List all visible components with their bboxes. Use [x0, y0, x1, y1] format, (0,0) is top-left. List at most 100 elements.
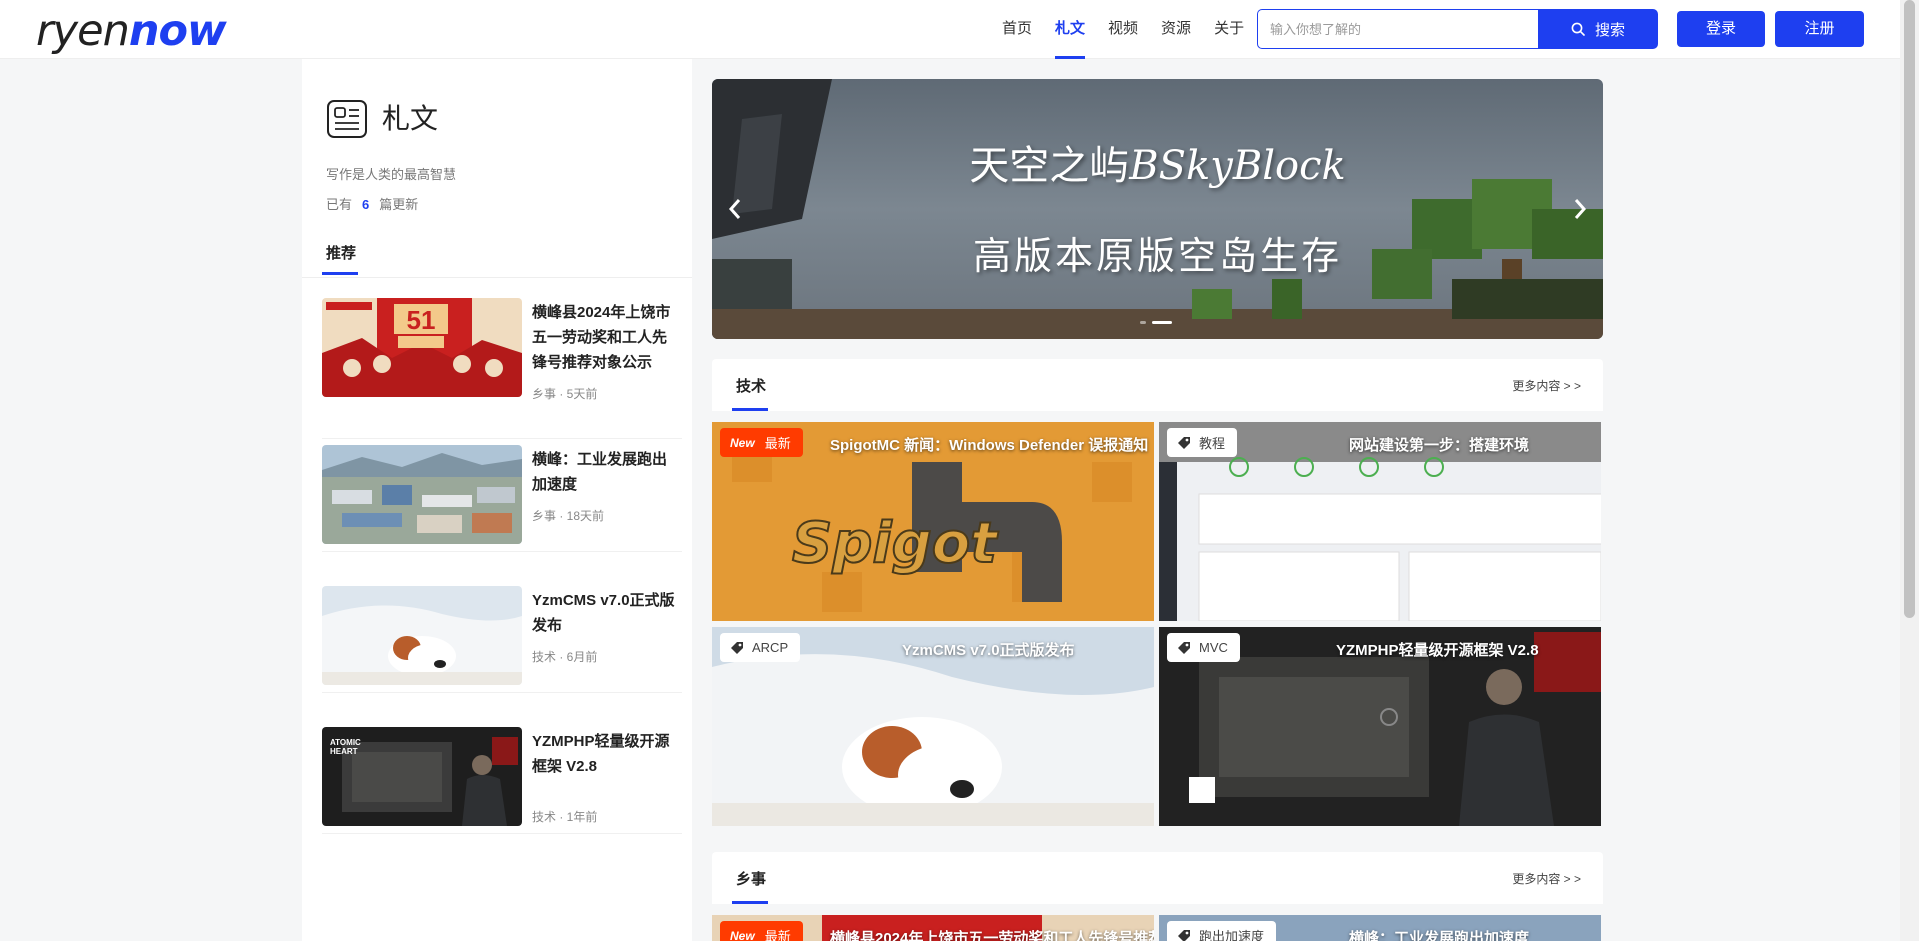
section-active-indicator: [732, 408, 768, 411]
tab-active-indicator: [322, 272, 358, 275]
tab-recommended[interactable]: 推荐: [326, 242, 356, 263]
banner-background: [712, 79, 1603, 339]
count-prefix: 已有: [326, 197, 353, 212]
card-tag-label: 最新: [764, 929, 791, 941]
item-title[interactable]: YzmCMS v7.0正式版发布: [532, 588, 677, 638]
new-badge-icon: New: [730, 928, 755, 941]
tag-icon: [731, 641, 743, 654]
tag-icon: [1178, 436, 1190, 449]
chevron-right-icon: [1574, 199, 1587, 219]
card-tag-label: 跑出加速度: [1199, 929, 1265, 941]
top-header: ryennow 首页 札文 视频 资源 关于 搜索 登录 注册: [0, 0, 1900, 59]
chevron-left-icon: [728, 199, 741, 219]
card-tag-label: 最新: [764, 436, 791, 451]
thumbnail-industrial-park[interactable]: [322, 445, 522, 544]
recommended-item[interactable]: 51 横峰县2024年上饶市五一劳动奖和工人先锋号推荐对象公示 乡事 · 5天前: [322, 298, 682, 439]
article-card[interactable]: Spigot New 最新 SpigotMC 新闻：Windows Defend…: [712, 422, 1154, 621]
card-tag: MVC: [1167, 633, 1240, 662]
nav-videos[interactable]: 视频: [1108, 0, 1138, 59]
logo-part-ryen: ryen: [36, 6, 130, 56]
card-tag: ARCP: [720, 633, 801, 662]
card-tag: New 最新: [720, 921, 803, 941]
thumbnail-labor-day[interactable]: 51: [322, 298, 522, 397]
card-title[interactable]: YzmCMS v7.0正式版发布: [902, 639, 1075, 660]
article-card[interactable]: MVC YZMPHP轻量级开源框架 V2.8: [1159, 627, 1601, 826]
login-button[interactable]: 登录: [1677, 11, 1765, 47]
search-button[interactable]: 搜索: [1538, 9, 1658, 49]
item-title[interactable]: 横峰县2024年上饶市五一劳动奖和工人先锋号推荐对象公示: [532, 300, 677, 375]
new-badge-icon: New: [730, 435, 755, 450]
item-meta: 乡事 · 5天前: [532, 387, 598, 401]
article-card[interactable]: 跑出加速度 横峰：工业发展跑出加速度: [1159, 915, 1601, 941]
recommended-item[interactable]: ATOMIC HEART YZMPHP轻量级开源框架 V2.8 技术 · 1年前: [322, 727, 682, 834]
banner-subheadline: 高版本原版空岛生存: [972, 236, 1342, 278]
svg-text:51: 51: [407, 305, 436, 335]
section-tech-header: 技术 更多内容 > >: [712, 359, 1603, 411]
card-image-text: Spigot: [792, 511, 999, 576]
article-icon: [327, 100, 367, 138]
card-tag-label: ARCP: [752, 640, 789, 655]
item-title[interactable]: 横峰：工业发展跑出加速度: [532, 447, 677, 497]
item-meta: 技术 · 6月前: [532, 650, 598, 664]
scrollbar-thumb[interactable]: [1904, 0, 1915, 618]
banner-headline-latin: BSkyBlock: [1129, 143, 1346, 189]
more-link[interactable]: 更多内容 > >: [1512, 870, 1581, 887]
category-sidebar: 札文 写作是人类的最高智慧 已有 6 篇更新 推荐 51 横峰县2024年上饶市五一…: [302, 59, 692, 941]
nav-articles[interactable]: 札文: [1055, 0, 1086, 59]
section-active-indicator: [732, 901, 768, 904]
count-number: 6: [362, 197, 370, 212]
section-title[interactable]: 技术: [736, 375, 766, 396]
article-count: 已有 6 篇更新: [326, 194, 418, 213]
search-input[interactable]: [1257, 9, 1538, 49]
card-title[interactable]: 横峰：工业发展跑出加速度: [1349, 927, 1529, 941]
tag-icon: [1178, 641, 1190, 654]
carousel-dot-2[interactable]: [1152, 321, 1172, 324]
carousel-prev-button[interactable]: [720, 193, 750, 225]
card-title[interactable]: YZMPHP轻量级开源框架 V2.8: [1336, 639, 1539, 660]
item-title[interactable]: YZMPHP轻量级开源框架 V2.8: [532, 729, 677, 779]
recommended-item[interactable]: 横峰：工业发展跑出加速度 乡事 · 18天前: [322, 445, 682, 552]
main-nav: 首页 札文 视频 资源 关于: [1002, 0, 1267, 59]
card-title[interactable]: 网站建设第一步：搭建环境: [1349, 434, 1529, 455]
card-tag: 教程: [1167, 428, 1238, 457]
carousel-next-button[interactable]: [1565, 193, 1595, 225]
hero-carousel[interactable]: 天空之屿BSkyBlock 高版本原版空岛生存: [712, 79, 1603, 339]
register-button[interactable]: 注册: [1775, 11, 1864, 47]
nav-resources[interactable]: 资源: [1161, 0, 1191, 59]
banner-headline: 天空之屿BSkyBlock: [712, 133, 1603, 191]
banner-headline-cn: 天空之屿: [969, 143, 1130, 189]
svg-text:HEART: HEART: [330, 747, 358, 756]
thumbnail-game-poster[interactable]: ATOMIC HEART: [322, 727, 522, 826]
carousel-dot-1[interactable]: [1140, 321, 1146, 324]
category-motto: 写作是人类的最高智慧: [326, 167, 457, 182]
nav-home[interactable]: 首页: [1002, 0, 1032, 59]
nav-about[interactable]: 关于: [1214, 0, 1244, 59]
article-card[interactable]: New 最新 横峰县2024年上饶市五一劳动奖和工人先锋号推荐: [712, 915, 1154, 941]
article-card[interactable]: 教程 网站建设第一步：搭建环境: [1159, 422, 1601, 621]
section-village-header: 乡事 更多内容 > >: [712, 852, 1603, 904]
card-tag-label: MVC: [1199, 640, 1228, 655]
site-logo[interactable]: ryennow: [36, 6, 227, 56]
card-title[interactable]: 横峰县2024年上饶市五一劳动奖和工人先锋号推荐: [830, 927, 1154, 941]
section-title[interactable]: 乡事: [736, 868, 766, 889]
page-scrollbar[interactable]: [1900, 0, 1919, 941]
logo-part-now: now: [128, 6, 227, 56]
card-tag: New 最新: [720, 428, 803, 457]
category-title: 札文: [382, 102, 439, 135]
carousel-indicators: [1140, 321, 1178, 324]
tag-icon: [1178, 929, 1190, 941]
item-meta: 技术 · 1年前: [532, 810, 598, 824]
item-meta: 乡事 · 18天前: [532, 509, 605, 523]
more-link[interactable]: 更多内容 > >: [1512, 377, 1581, 394]
svg-text:ATOMIC: ATOMIC: [330, 738, 361, 747]
card-tag: 跑出加速度: [1167, 921, 1277, 941]
search-icon: [1571, 22, 1585, 36]
card-tag-label: 教程: [1199, 436, 1226, 451]
recommended-item[interactable]: YzmCMS v7.0正式版发布 技术 · 6月前: [322, 586, 682, 693]
thumbnail-sleeping-dog[interactable]: [322, 586, 522, 685]
search-button-label: 搜索: [1594, 21, 1625, 39]
card-title[interactable]: SpigotMC 新闻：Windows Defender 误报通知: [830, 434, 1148, 455]
article-card[interactable]: ARCP YzmCMS v7.0正式版发布: [712, 627, 1154, 826]
count-suffix: 篇更新: [379, 197, 419, 212]
divider: [302, 277, 692, 278]
